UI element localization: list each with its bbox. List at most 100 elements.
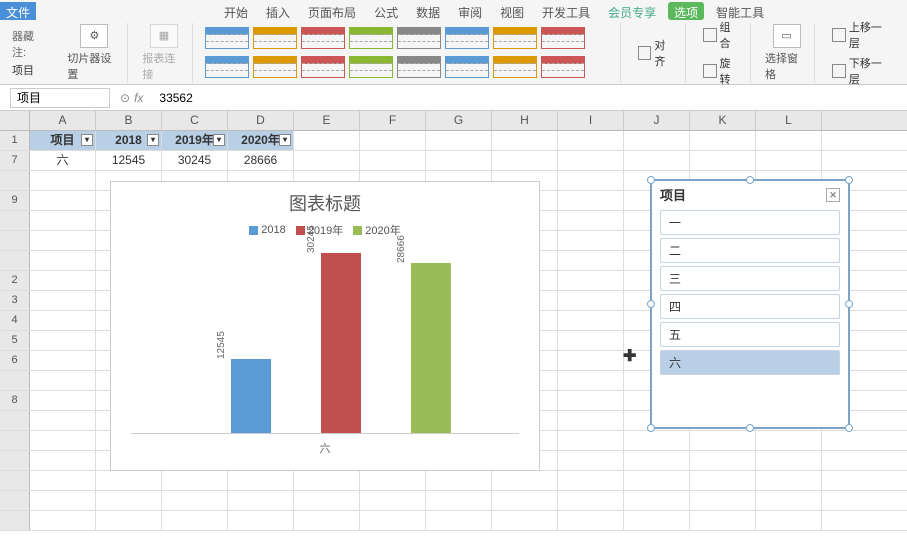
slicer-item[interactable]: 五 [660,322,840,347]
empty-cell[interactable] [294,471,360,490]
tab-formula[interactable]: 公式 [368,2,404,20]
row-header[interactable] [0,231,30,250]
row-header[interactable] [0,431,30,450]
empty-cell[interactable] [96,491,162,510]
col-header[interactable]: I [558,111,624,130]
empty-cell[interactable] [30,491,96,510]
row-header[interactable] [0,451,30,470]
slicer-settings-button[interactable]: ⚙ 切片器设置 [67,24,121,82]
align-button[interactable]: 对齐 [635,36,679,70]
empty-cell[interactable] [426,511,492,530]
empty-cell[interactable] [30,411,96,430]
empty-cell[interactable] [360,491,426,510]
resize-handle[interactable] [845,300,853,308]
empty-cell[interactable] [690,451,756,470]
row-header[interactable] [0,511,30,530]
col-header[interactable]: J [624,111,690,130]
empty-cell[interactable] [96,511,162,530]
table-header-cell[interactable]: 项目▾ [30,131,96,150]
filter-button[interactable]: ▾ [213,134,225,146]
empty-cell[interactable] [558,491,624,510]
col-header[interactable]: F [360,111,426,130]
row-header[interactable]: 3 [0,291,30,310]
slicer-item[interactable]: 四 [660,294,840,319]
empty-cell[interactable] [558,351,624,370]
empty-cell[interactable] [558,191,624,210]
row-header[interactable]: 5 [0,331,30,350]
slicer-item[interactable]: 三 [660,266,840,291]
empty-cell[interactable] [426,471,492,490]
slicer[interactable]: 项目 ✕ 一 二 三 四 五 六 [650,179,850,429]
empty-cell[interactable] [558,231,624,250]
resize-handle[interactable] [647,424,655,432]
empty-cell[interactable] [756,511,822,530]
empty-cell[interactable] [558,391,624,410]
clear-filter-icon[interactable]: ✕ [826,188,840,202]
empty-cell[interactable] [558,331,624,350]
name-box[interactable] [10,88,110,108]
filter-button[interactable]: ▾ [279,134,291,146]
empty-cell[interactable] [162,511,228,530]
empty-cell[interactable] [558,511,624,530]
col-header[interactable]: H [492,111,558,130]
resize-handle[interactable] [845,424,853,432]
empty-cell[interactable] [30,351,96,370]
empty-cell[interactable] [360,471,426,490]
empty-cell[interactable] [558,451,624,470]
bring-forward-button[interactable]: 上移一层 [829,18,895,52]
row-header[interactable]: 6 [0,351,30,370]
table-header-cell[interactable]: 2020年▾ [228,131,294,150]
filter-button[interactable]: ▾ [81,134,93,146]
col-header[interactable]: G [426,111,492,130]
empty-cell[interactable] [492,511,558,530]
empty-cell[interactable] [30,191,96,210]
row-header[interactable] [0,251,30,270]
rotate-button[interactable]: 旋转 [700,54,744,88]
empty-cell[interactable] [690,491,756,510]
data-cell[interactable]: 12545 [96,151,162,170]
empty-cell[interactable] [558,171,624,190]
row-header[interactable] [0,371,30,390]
empty-cell[interactable] [228,471,294,490]
empty-cell[interactable] [690,471,756,490]
tab-home[interactable]: 开始 [218,2,254,20]
empty-cell[interactable] [30,471,96,490]
row-header[interactable]: 7 [0,151,30,170]
row-header[interactable]: 9 [0,191,30,210]
empty-cell[interactable] [294,511,360,530]
table-header-cell[interactable]: 2019年▾ [162,131,228,150]
empty-cell[interactable] [30,431,96,450]
tab-insert[interactable]: 插入 [260,2,296,20]
tab-layout[interactable]: 页面布局 [302,2,362,20]
fx-search-icon[interactable]: ⊙ [120,91,130,105]
empty-cell[interactable] [30,231,96,250]
row-header[interactable]: 8 [0,391,30,410]
col-header[interactable]: L [756,111,822,130]
empty-cell[interactable] [30,251,96,270]
resize-handle[interactable] [647,300,655,308]
empty-cell[interactable] [426,491,492,510]
empty-cell[interactable] [30,331,96,350]
row-header[interactable]: 4 [0,311,30,330]
empty-cell[interactable] [756,471,822,490]
send-backward-button[interactable]: 下移一层 [829,54,895,88]
tab-review[interactable]: 审阅 [452,2,488,20]
empty-cell[interactable] [558,291,624,310]
empty-cell[interactable] [30,311,96,330]
row-header[interactable] [0,211,30,230]
empty-cell[interactable] [558,471,624,490]
tab-view[interactable]: 视图 [494,2,530,20]
col-header[interactable]: A [30,111,96,130]
tab-dev[interactable]: 开发工具 [536,2,596,20]
row-header[interactable]: 1 [0,131,30,150]
tab-vip[interactable]: 会员专享 [602,2,662,20]
empty-cell[interactable] [492,491,558,510]
slicer-item[interactable]: 一 [660,210,840,235]
empty-cell[interactable] [30,271,96,290]
empty-cell[interactable] [30,511,96,530]
data-cell[interactable]: 28666 [228,151,294,170]
empty-cell[interactable] [30,211,96,230]
resize-handle[interactable] [746,424,754,432]
file-menu[interactable]: 文件 [0,2,36,20]
empty-cell[interactable] [30,171,96,190]
